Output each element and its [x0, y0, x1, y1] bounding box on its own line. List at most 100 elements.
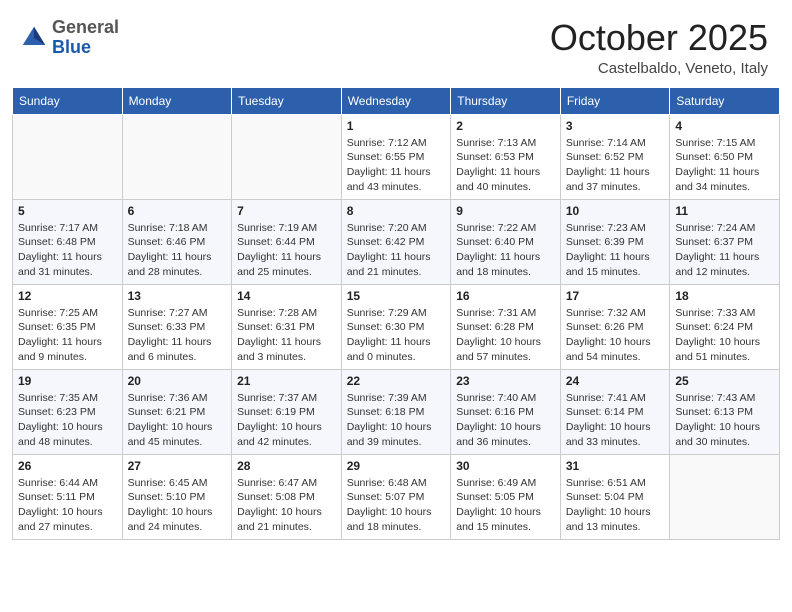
day-info: Sunrise: 7:27 AM Sunset: 6:33 PM Dayligh…	[128, 306, 227, 365]
day-info: Sunrise: 7:28 AM Sunset: 6:31 PM Dayligh…	[237, 306, 336, 365]
table-row	[122, 114, 232, 199]
calendar-header-row: Sunday Monday Tuesday Wednesday Thursday…	[13, 87, 780, 114]
day-info: Sunrise: 7:43 AM Sunset: 6:13 PM Dayligh…	[675, 391, 774, 450]
table-row: 9 Sunrise: 7:22 AM Sunset: 6:40 PM Daylig…	[451, 199, 561, 284]
day-info: Sunrise: 6:44 AM Sunset: 5:11 PM Dayligh…	[18, 476, 117, 535]
day-number: 15	[347, 289, 446, 303]
day-number: 12	[18, 289, 117, 303]
day-info: Sunrise: 7:23 AM Sunset: 6:39 PM Dayligh…	[566, 221, 665, 280]
title-block: October 2025 Castelbaldo, Veneto, Italy	[550, 18, 768, 77]
table-row: 25 Sunrise: 7:43 AM Sunset: 6:13 PM Dayli…	[670, 369, 780, 454]
logo-text: General Blue	[52, 18, 119, 58]
day-number: 4	[675, 119, 774, 133]
col-saturday: Saturday	[670, 87, 780, 114]
day-number: 25	[675, 374, 774, 388]
day-number: 13	[128, 289, 227, 303]
day-info: Sunrise: 6:51 AM Sunset: 5:04 PM Dayligh…	[566, 476, 665, 535]
day-info: Sunrise: 7:31 AM Sunset: 6:28 PM Dayligh…	[456, 306, 555, 365]
table-row: 15Sunrise: 7:29 AM Sunset: 6:30 PM Dayli…	[341, 284, 451, 369]
day-number: 26	[18, 459, 117, 473]
day-info: Sunrise: 7:35 AM Sunset: 6:23 PM Dayligh…	[18, 391, 117, 450]
day-number: 16	[456, 289, 555, 303]
day-number: 17	[566, 289, 665, 303]
table-row: 17 Sunrise: 7:32 AM Sunset: 6:26 PM Dayli…	[560, 284, 670, 369]
day-info: Sunrise: 7:14 AM Sunset: 6:52 PM Dayligh…	[566, 136, 665, 195]
calendar-week-row: 12 Sunrise: 7:25 AM Sunset: 6:35 PM Dayli…	[13, 284, 780, 369]
day-info: Sunrise: 7:39 AM Sunset: 6:18 PM Dayligh…	[347, 391, 446, 450]
table-row: 18 Sunrise: 7:33 AM Sunset: 6:24 PM Dayli…	[670, 284, 780, 369]
day-info: Sunrise: 7:15 AM Sunset: 6:50 PM Dayligh…	[675, 136, 774, 195]
logo-icon	[20, 24, 48, 52]
table-row	[13, 114, 123, 199]
table-row: 28Sunrise: 6:47 AM Sunset: 5:08 PM Dayli…	[232, 454, 342, 539]
day-number: 19	[18, 374, 117, 388]
day-info: Sunrise: 7:32 AM Sunset: 6:26 PM Dayligh…	[566, 306, 665, 365]
location-title: Castelbaldo, Veneto, Italy	[550, 60, 768, 77]
day-number: 18	[675, 289, 774, 303]
table-row: 20Sunrise: 7:36 AM Sunset: 6:21 PM Dayli…	[122, 369, 232, 454]
table-row: 14 Sunrise: 7:28 AM Sunset: 6:31 PM Dayli…	[232, 284, 342, 369]
table-row	[232, 114, 342, 199]
table-row: 11 Sunrise: 7:24 AM Sunset: 6:37 PM Dayli…	[670, 199, 780, 284]
col-sunday: Sunday	[13, 87, 123, 114]
day-number: 29	[347, 459, 446, 473]
calendar-week-row: 19 Sunrise: 7:35 AM Sunset: 6:23 PM Dayli…	[13, 369, 780, 454]
day-info: Sunrise: 7:33 AM Sunset: 6:24 PM Dayligh…	[675, 306, 774, 365]
day-number: 28	[237, 459, 336, 473]
day-number: 10	[566, 204, 665, 218]
table-row: 31Sunrise: 6:51 AM Sunset: 5:04 PM Dayli…	[560, 454, 670, 539]
day-info: Sunrise: 6:48 AM Sunset: 5:07 PM Dayligh…	[347, 476, 446, 535]
table-row: 21 Sunrise: 7:37 AM Sunset: 6:19 PM Dayli…	[232, 369, 342, 454]
calendar-week-row: 26 Sunrise: 6:44 AM Sunset: 5:11 PM Dayli…	[13, 454, 780, 539]
day-info: Sunrise: 7:19 AM Sunset: 6:44 PM Dayligh…	[237, 221, 336, 280]
table-row: 6 Sunrise: 7:18 AM Sunset: 6:46 PM Daylig…	[122, 199, 232, 284]
day-info: Sunrise: 6:45 AM Sunset: 5:10 PM Dayligh…	[128, 476, 227, 535]
table-row: 10 Sunrise: 7:23 AM Sunset: 6:39 PM Dayli…	[560, 199, 670, 284]
day-info: Sunrise: 7:22 AM Sunset: 6:40 PM Dayligh…	[456, 221, 555, 280]
col-thursday: Thursday	[451, 87, 561, 114]
day-number: 6	[128, 204, 227, 218]
day-number: 30	[456, 459, 555, 473]
table-row: 13 Sunrise: 7:27 AM Sunset: 6:33 PM Dayli…	[122, 284, 232, 369]
calendar-week-row: 5Sunrise: 7:17 AM Sunset: 6:48 PM Daylig…	[13, 199, 780, 284]
table-row: 4 Sunrise: 7:15 AM Sunset: 6:50 PM Daylig…	[670, 114, 780, 199]
table-row: 22 Sunrise: 7:39 AM Sunset: 6:18 PM Dayli…	[341, 369, 451, 454]
logo: General Blue	[20, 18, 119, 58]
day-number: 21	[237, 374, 336, 388]
page: General Blue October 2025 Castelbaldo, V…	[0, 0, 792, 612]
month-title: October 2025	[550, 18, 768, 58]
day-number: 11	[675, 204, 774, 218]
day-info: Sunrise: 7:18 AM Sunset: 6:46 PM Dayligh…	[128, 221, 227, 280]
table-row: 24Sunrise: 7:41 AM Sunset: 6:14 PM Dayli…	[560, 369, 670, 454]
day-info: Sunrise: 7:25 AM Sunset: 6:35 PM Dayligh…	[18, 306, 117, 365]
col-tuesday: Tuesday	[232, 87, 342, 114]
day-info: Sunrise: 7:40 AM Sunset: 6:16 PM Dayligh…	[456, 391, 555, 450]
day-number: 14	[237, 289, 336, 303]
day-number: 22	[347, 374, 446, 388]
table-row: 3Sunrise: 7:14 AM Sunset: 6:52 PM Daylig…	[560, 114, 670, 199]
day-number: 7	[237, 204, 336, 218]
table-row: 8Sunrise: 7:20 AM Sunset: 6:42 PM Daylig…	[341, 199, 451, 284]
table-row: 27Sunrise: 6:45 AM Sunset: 5:10 PM Dayli…	[122, 454, 232, 539]
day-info: Sunrise: 7:37 AM Sunset: 6:19 PM Dayligh…	[237, 391, 336, 450]
table-row: 30Sunrise: 6:49 AM Sunset: 5:05 PM Dayli…	[451, 454, 561, 539]
logo-blue: Blue	[52, 38, 119, 58]
calendar-week-row: 1Sunrise: 7:12 AM Sunset: 6:55 PM Daylig…	[13, 114, 780, 199]
table-row: 2 Sunrise: 7:13 AM Sunset: 6:53 PM Daylig…	[451, 114, 561, 199]
day-info: Sunrise: 7:20 AM Sunset: 6:42 PM Dayligh…	[347, 221, 446, 280]
table-row: 7 Sunrise: 7:19 AM Sunset: 6:44 PM Daylig…	[232, 199, 342, 284]
day-number: 2	[456, 119, 555, 133]
day-number: 23	[456, 374, 555, 388]
day-number: 5	[18, 204, 117, 218]
day-info: Sunrise: 7:13 AM Sunset: 6:53 PM Dayligh…	[456, 136, 555, 195]
table-row: 5Sunrise: 7:17 AM Sunset: 6:48 PM Daylig…	[13, 199, 123, 284]
table-row: 26 Sunrise: 6:44 AM Sunset: 5:11 PM Dayli…	[13, 454, 123, 539]
table-row: 23 Sunrise: 7:40 AM Sunset: 6:16 PM Dayli…	[451, 369, 561, 454]
logo-general: General	[52, 18, 119, 38]
calendar-table: Sunday Monday Tuesday Wednesday Thursday…	[12, 87, 780, 540]
day-info: Sunrise: 7:24 AM Sunset: 6:37 PM Dayligh…	[675, 221, 774, 280]
header: General Blue October 2025 Castelbaldo, V…	[0, 0, 792, 87]
table-row: 16 Sunrise: 7:31 AM Sunset: 6:28 PM Dayli…	[451, 284, 561, 369]
table-row: 1Sunrise: 7:12 AM Sunset: 6:55 PM Daylig…	[341, 114, 451, 199]
day-number: 9	[456, 204, 555, 218]
